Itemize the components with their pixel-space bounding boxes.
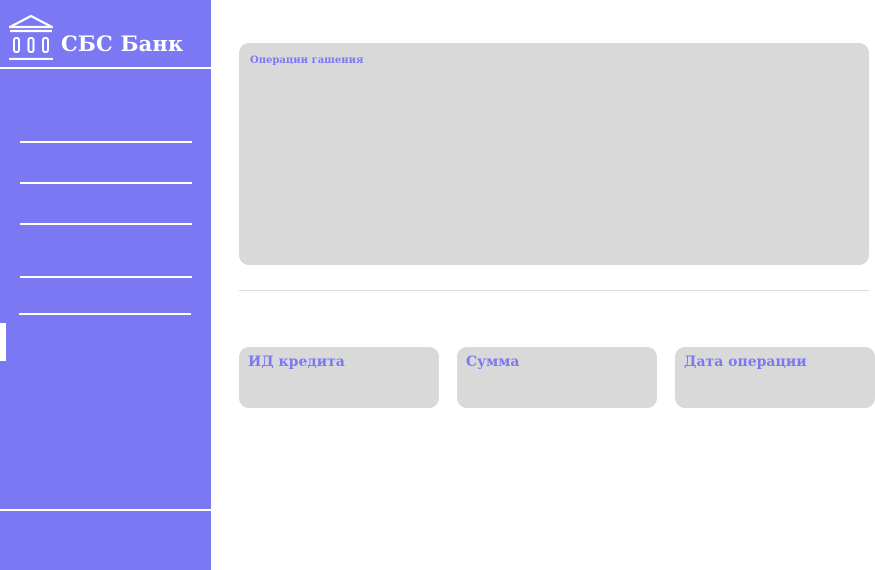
amount-field[interactable]: Сумма <box>457 347 657 408</box>
panel-title: Операции гашения <box>250 55 364 66</box>
bank-building-icon <box>8 14 54 61</box>
operation-date-field[interactable]: Дата операции <box>675 347 875 408</box>
sidebar-item-1[interactable] <box>20 141 192 143</box>
sidebar-footer-divider <box>0 509 211 511</box>
brand-name: СБС Банк <box>61 31 184 56</box>
sidebar-item-4[interactable] <box>20 276 192 278</box>
sidebar-item-5[interactable] <box>19 313 191 315</box>
sidebar-item-2[interactable] <box>20 182 192 184</box>
brand-logo[interactable]: СБС Банк <box>8 14 208 64</box>
operation-date-label: Дата операции <box>684 354 807 370</box>
active-item-indicator <box>0 323 6 361</box>
section-divider <box>239 290 869 291</box>
amount-label: Сумма <box>466 354 520 370</box>
sidebar-item-3[interactable] <box>20 223 192 225</box>
sidebar-header-divider <box>0 67 211 69</box>
credit-id-field[interactable]: ИД кредита <box>239 347 439 408</box>
repayment-operations-panel: Операции гашения <box>239 43 869 265</box>
sidebar: СБС Банк <box>0 0 211 570</box>
credit-id-label: ИД кредита <box>248 354 345 370</box>
